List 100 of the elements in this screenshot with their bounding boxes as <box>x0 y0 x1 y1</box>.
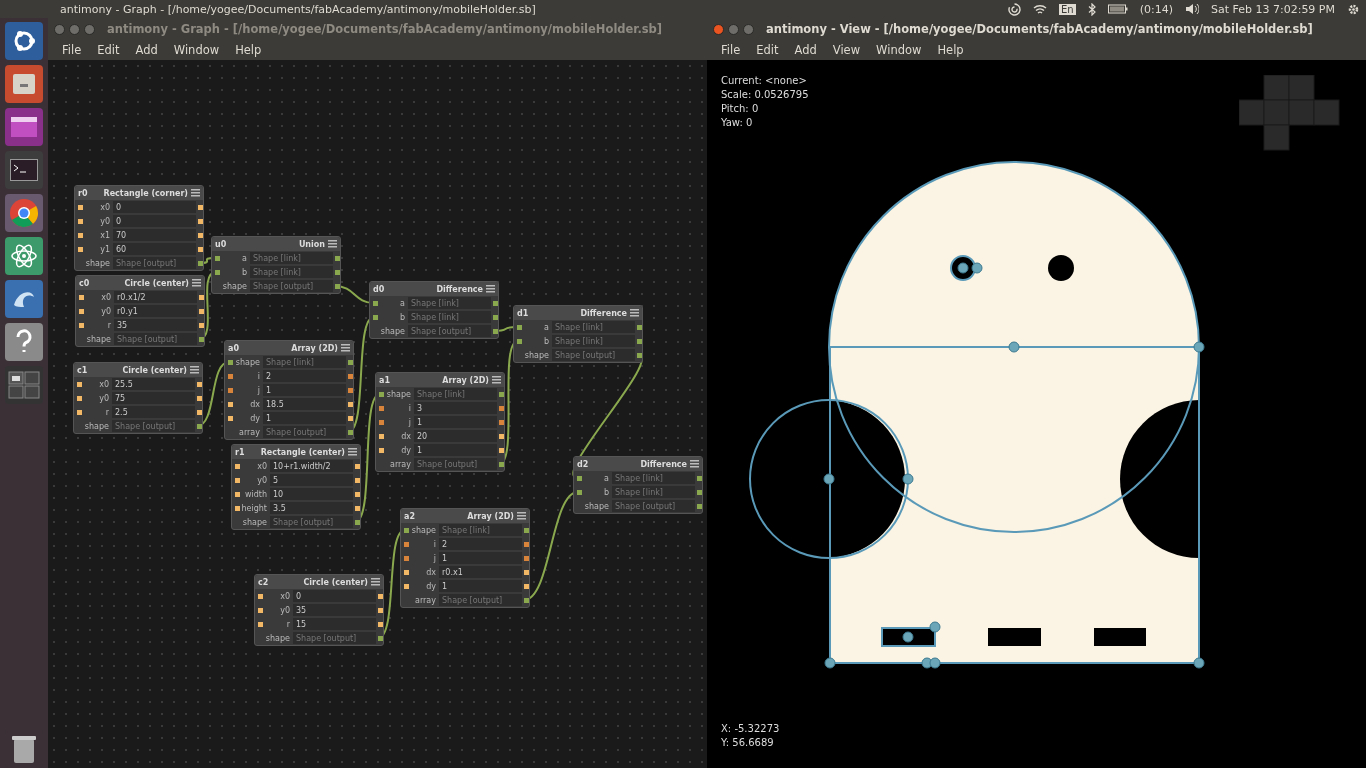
output-port[interactable] <box>498 419 504 425</box>
input-port[interactable] <box>378 391 384 397</box>
menu-icon[interactable] <box>690 460 699 468</box>
field-input[interactable]: Shape [output] <box>439 594 522 606</box>
help-icon[interactable] <box>5 323 43 361</box>
output-port[interactable] <box>197 246 203 252</box>
field-input[interactable]: r0.x1/2 <box>114 291 197 303</box>
output-port[interactable] <box>198 308 204 314</box>
input-port[interactable] <box>378 447 384 453</box>
output-port[interactable] <box>196 395 202 401</box>
field-input[interactable]: 25.5 <box>112 378 195 390</box>
menu-icon[interactable] <box>348 448 357 456</box>
menu-icon[interactable] <box>486 285 495 293</box>
output-port[interactable] <box>498 391 504 397</box>
ubuntu-logo-icon[interactable] <box>5 22 43 60</box>
output-port[interactable] <box>377 635 383 641</box>
output-port[interactable] <box>492 300 498 306</box>
field-input[interactable]: 1 <box>439 552 522 564</box>
field-input[interactable]: 18.5 <box>263 398 346 410</box>
menu-icon[interactable] <box>492 376 501 384</box>
output-port[interactable] <box>354 463 360 469</box>
input-port[interactable] <box>257 621 263 627</box>
menu-icon[interactable] <box>630 309 639 317</box>
menu-icon[interactable] <box>328 240 337 248</box>
output-port[interactable] <box>523 527 529 533</box>
output-port[interactable] <box>347 387 353 393</box>
menu-icon[interactable] <box>191 189 200 197</box>
output-port[interactable] <box>347 401 353 407</box>
output-port[interactable] <box>498 461 504 467</box>
input-port[interactable] <box>234 477 240 483</box>
field-input[interactable]: 15 <box>293 618 376 630</box>
input-port[interactable] <box>77 246 83 252</box>
field-input[interactable]: 20 <box>414 430 497 442</box>
output-port[interactable] <box>354 505 360 511</box>
menu-item[interactable]: File <box>54 43 90 57</box>
input-port[interactable] <box>76 409 82 415</box>
menu-icon[interactable] <box>517 512 526 520</box>
maximize-button[interactable] <box>743 23 754 35</box>
output-port[interactable] <box>354 491 360 497</box>
input-port[interactable] <box>214 269 220 275</box>
field-input[interactable]: 2 <box>439 538 522 550</box>
field-input[interactable]: 3 <box>414 402 497 414</box>
output-port[interactable] <box>636 338 642 344</box>
graph-node[interactable]: c1 Circle (center) x0 25.5 y0 75 r 2.5 shape Shape [output] <box>73 362 203 434</box>
input-port[interactable] <box>403 583 409 589</box>
minimize-button[interactable] <box>69 23 80 35</box>
input-port[interactable] <box>214 255 220 261</box>
input-port[interactable] <box>378 419 384 425</box>
output-port[interactable] <box>198 336 204 342</box>
menu-icon[interactable] <box>192 279 201 287</box>
graph-node[interactable]: c2 Circle (center) x0 0 y0 35 r 15 shape Shape [output] <box>254 574 384 646</box>
input-port[interactable] <box>76 381 82 387</box>
menu-item[interactable]: Add <box>786 43 825 57</box>
field-input[interactable]: 1 <box>414 416 497 428</box>
sync-icon[interactable] <box>1008 2 1021 16</box>
field-input[interactable]: Shape [output] <box>408 325 491 337</box>
field-input[interactable]: Shape [link] <box>250 252 333 264</box>
input-port[interactable] <box>378 405 384 411</box>
swirl-icon[interactable] <box>5 280 43 318</box>
input-port[interactable] <box>77 232 83 238</box>
output-port[interactable] <box>523 555 529 561</box>
field-input[interactable]: Shape [link] <box>414 388 497 400</box>
input-port[interactable] <box>234 463 240 469</box>
output-port[interactable] <box>696 503 702 509</box>
field-input[interactable]: 1 <box>414 444 497 456</box>
graph-node[interactable]: a0 Array (2D) shape Shape [link] i 2 j 1 dx 18.5 dy 1 array Shape [output] <box>224 340 354 440</box>
menu-item[interactable]: Edit <box>748 43 787 57</box>
input-port[interactable] <box>78 322 84 328</box>
output-port[interactable] <box>347 429 353 435</box>
input-port[interactable] <box>403 541 409 547</box>
output-port[interactable] <box>523 583 529 589</box>
input-port[interactable] <box>257 593 263 599</box>
field-input[interactable]: 5 <box>270 474 353 486</box>
field-input[interactable]: 10 <box>270 488 353 500</box>
output-port[interactable] <box>636 352 642 358</box>
terminal-icon[interactable] <box>5 151 43 189</box>
maximize-button[interactable] <box>84 23 95 35</box>
field-input[interactable]: Shape [output] <box>612 500 695 512</box>
field-input[interactable]: 2.5 <box>112 406 195 418</box>
output-port[interactable] <box>197 232 203 238</box>
clock[interactable]: Sat Feb 13 7:02:59 PM <box>1210 2 1335 16</box>
field-input[interactable]: 1 <box>439 580 522 592</box>
graph-node[interactable]: a2 Array (2D) shape Shape [link] i 2 j 1 dx r0.x1 dy 1 array Shape [output] <box>400 508 530 608</box>
output-port[interactable] <box>334 283 340 289</box>
input-port[interactable] <box>77 204 83 210</box>
menu-icon[interactable] <box>341 344 350 352</box>
workspace-switcher-icon[interactable] <box>5 366 43 404</box>
atom-icon[interactable] <box>5 237 43 275</box>
output-port[interactable] <box>196 423 202 429</box>
field-input[interactable]: 60 <box>113 243 196 255</box>
input-port[interactable] <box>516 338 522 344</box>
input-port[interactable] <box>78 294 84 300</box>
input-port[interactable] <box>234 491 240 497</box>
field-input[interactable]: Shape [output] <box>250 280 333 292</box>
field-input[interactable]: Shape [output] <box>552 349 635 361</box>
field-input[interactable]: Shape [output] <box>414 458 497 470</box>
input-port[interactable] <box>77 218 83 224</box>
field-input[interactable]: Shape [output] <box>113 257 196 269</box>
graph-node[interactable]: a1 Array (2D) shape Shape [link] i 3 j 1 dx 20 dy 1 array Shape [output] <box>375 372 505 472</box>
close-button[interactable] <box>713 23 724 35</box>
